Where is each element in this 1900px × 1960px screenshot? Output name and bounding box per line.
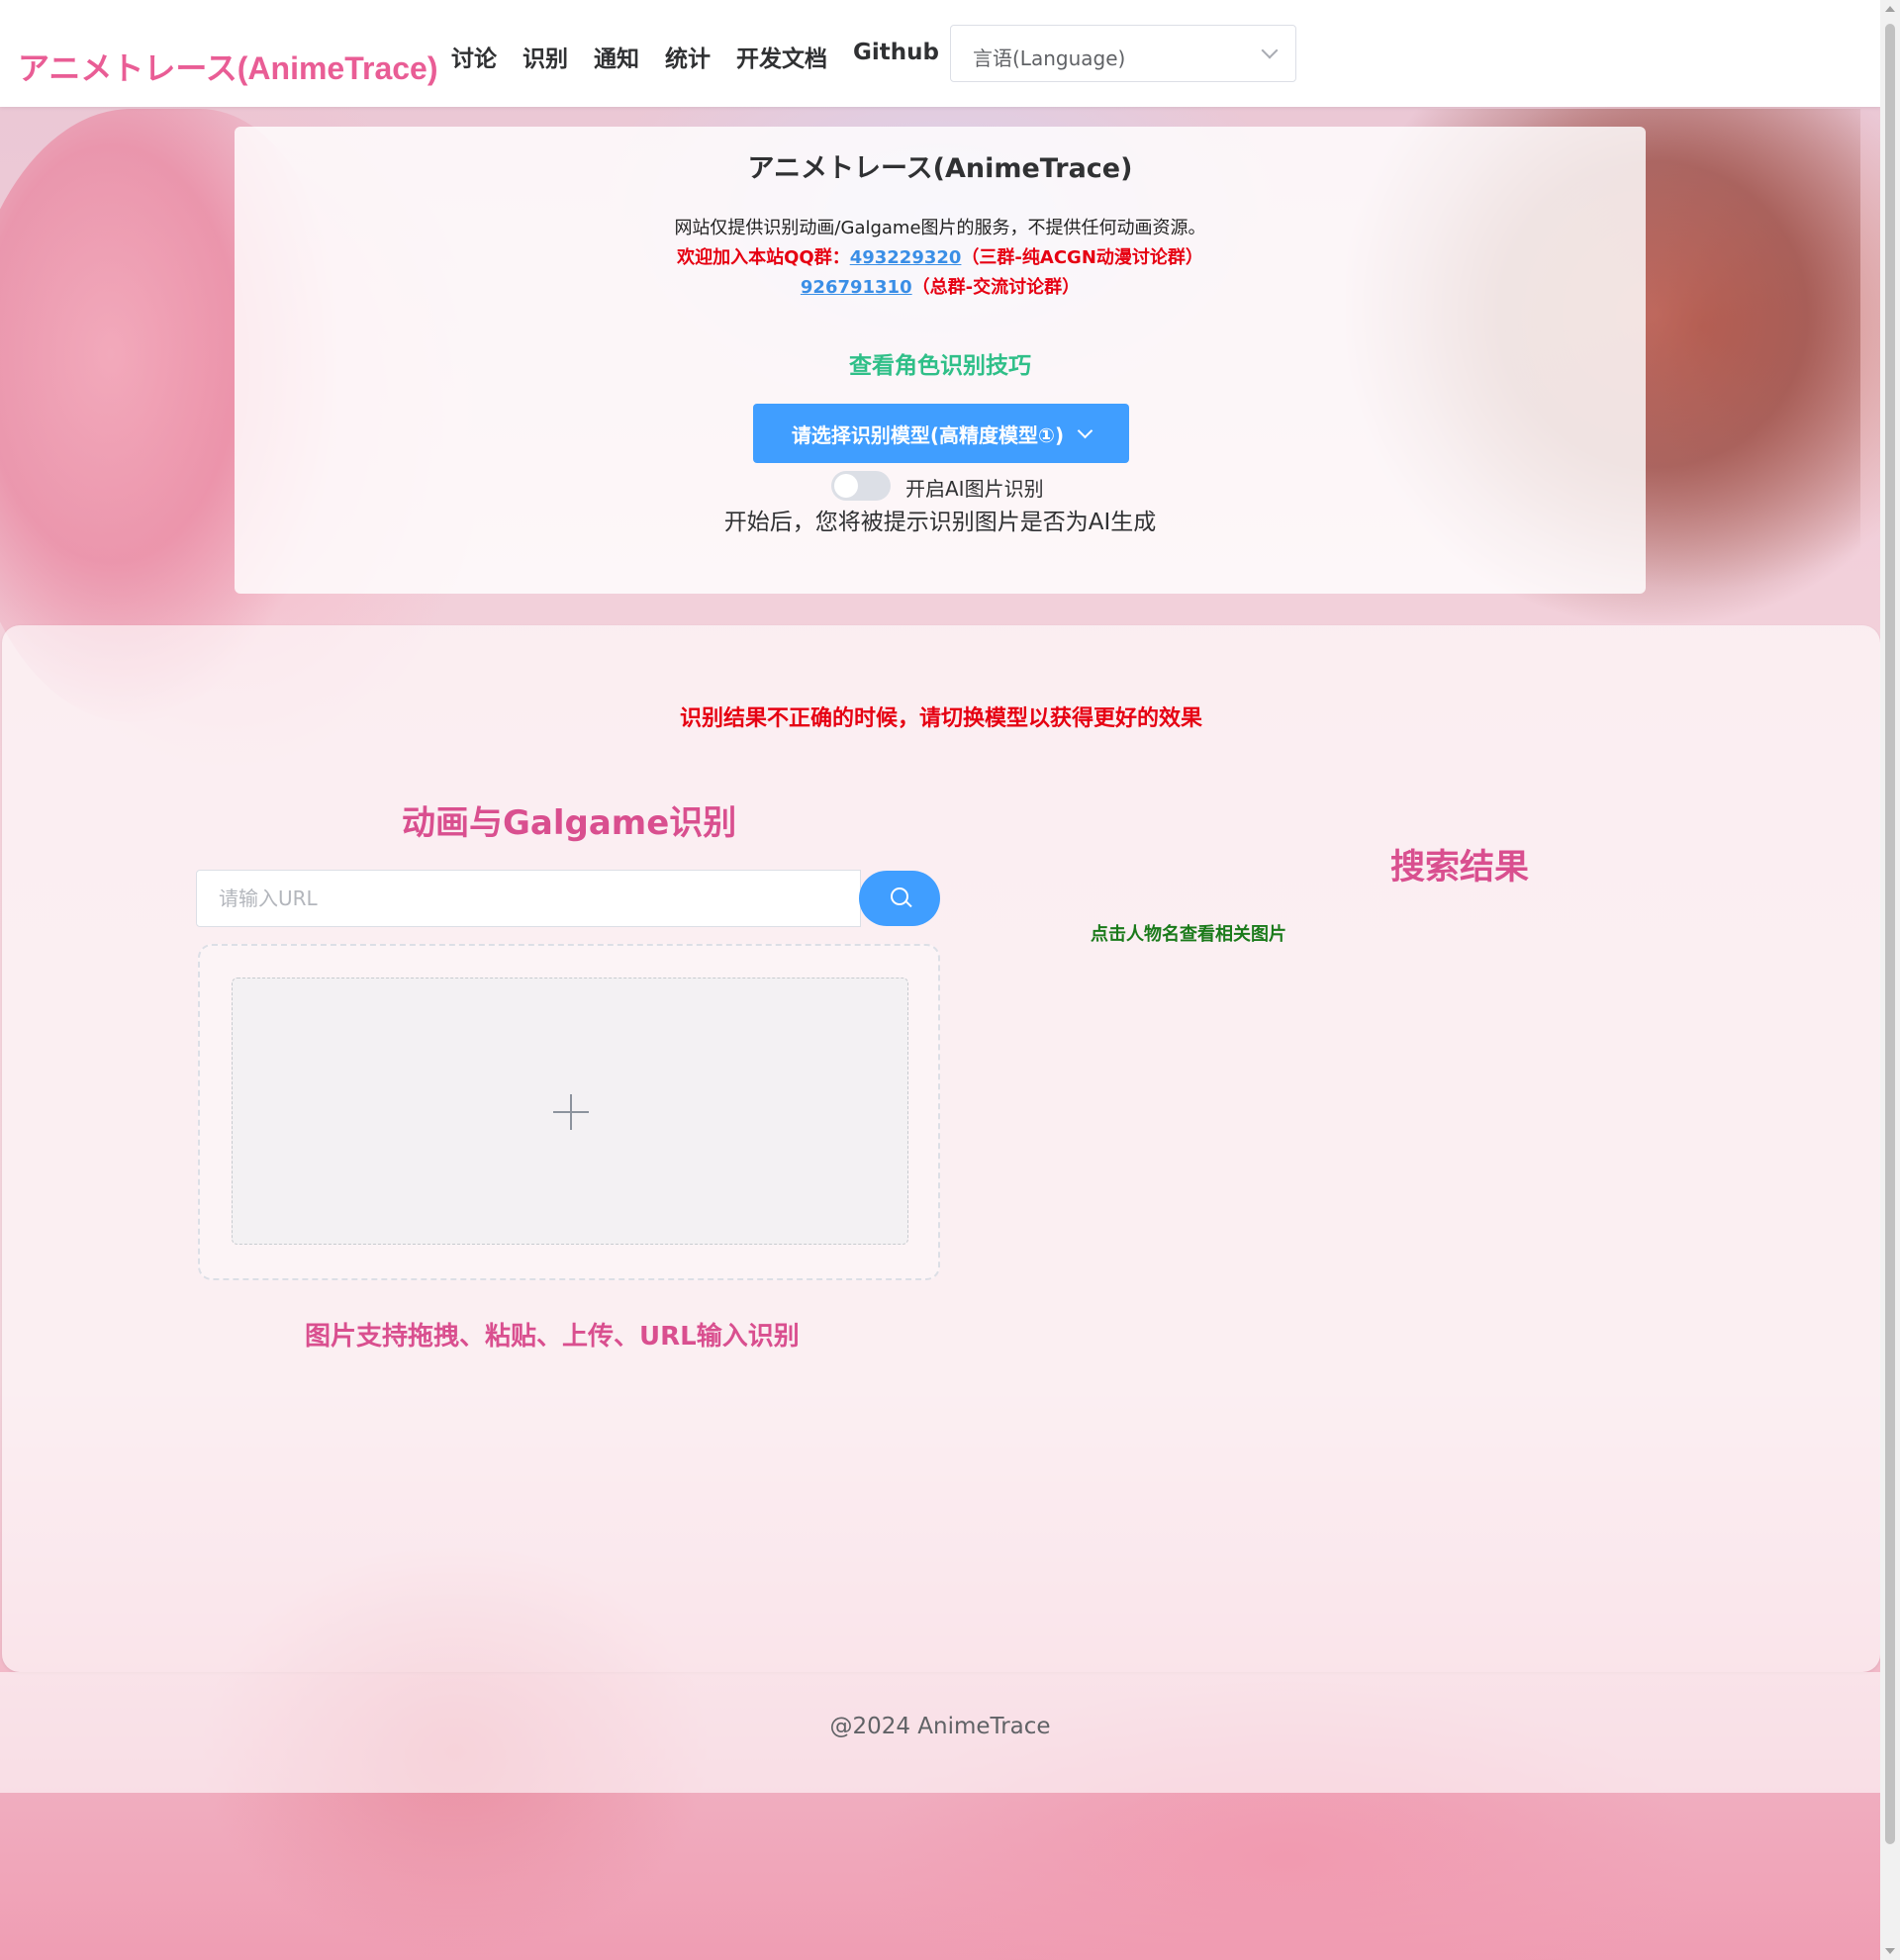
main-nav: 讨论 识别 通知 统计 开发文档 Github (451, 40, 965, 73)
qq-group-1-link[interactable]: 493229320 (850, 247, 962, 268)
qq-group-1-desc: （三群-纯ACGN动漫讨论群） (961, 247, 1203, 268)
nav-item-discussion[interactable]: 讨论 (451, 40, 497, 73)
copyright-text: @2024 AnimeTrace (829, 1714, 1051, 1739)
upload-hint-text: 图片支持拖拽、粘贴、上传、URL输入识别 (305, 1322, 800, 1352)
search-button[interactable] (859, 871, 940, 926)
ai-detection-label: 开启AI图片识别 (905, 477, 1044, 501)
language-select-value: 言语(Language) (973, 47, 1126, 70)
site-logo[interactable]: アニメトレース(AnimeTrace) (18, 44, 438, 89)
recognition-panel: 识别结果不正确的时候，请切换模型以获得更好的效果 动画与Galgame识别 图片… (2, 625, 1880, 1672)
qq-group-2-link[interactable]: 926791310 (801, 277, 912, 298)
info-title: アニメトレース(AnimeTrace) (747, 153, 1133, 184)
image-dropzone[interactable] (198, 944, 940, 1280)
top-header: アニメトレース(AnimeTrace) 讨论 识别 通知 统计 开发文档 Git… (0, 0, 1880, 107)
scroll-up-icon[interactable] (1885, 6, 1895, 12)
ai-detection-note: 开始后，您将被提示识别图片是否为AI生成 (723, 510, 1157, 535)
scroll-down-icon[interactable] (1885, 1948, 1895, 1954)
nav-item-notice[interactable]: 通知 (594, 40, 639, 73)
url-input[interactable] (196, 870, 861, 927)
upload-area[interactable] (232, 978, 908, 1245)
model-select-button[interactable]: 请选择识别模型(高精度模型①) (753, 404, 1129, 463)
qq-group-line-2: 926791310（总群-交流讨论群） (235, 273, 1646, 299)
qq-group-line-1: 欢迎加入本站QQ群：493229320（三群-纯ACGN动漫讨论群） (235, 243, 1646, 269)
info-card: アニメトレース(AnimeTrace) 网站仅提供识别动画/Galgame图片的… (235, 127, 1646, 594)
ai-detection-toggle[interactable] (831, 471, 891, 501)
qq-group-2-desc: （总群-交流讨论群） (911, 277, 1081, 298)
recognition-tips-link[interactable]: 查看角色识别技巧 (235, 346, 1646, 380)
nav-item-recognize[interactable]: 识别 (522, 40, 568, 73)
nav-item-github[interactable]: Github (853, 40, 939, 73)
chevron-down-icon (1261, 42, 1279, 59)
results-hint-text: 点击人物名查看相关图片 (1091, 924, 1286, 945)
section-title: 动画与Galgame识别 (402, 803, 737, 843)
scrollbar-thumb[interactable] (1885, 24, 1895, 1844)
toggle-knob (834, 474, 858, 498)
chevron-down-icon (1077, 422, 1093, 438)
page-footer: @2024 AnimeTrace (0, 1672, 1880, 1793)
qq-prefix: 欢迎加入本站QQ群： (677, 247, 850, 268)
nav-item-docs[interactable]: 开发文档 (736, 40, 827, 73)
language-select[interactable]: 言语(Language) (950, 25, 1296, 82)
disclaimer-text: 网站仅提供识别动画/Galgame图片的服务，不提供任何动画资源。 (674, 218, 1206, 238)
results-title: 搜索结果 (1390, 848, 1530, 887)
search-icon-handle (905, 900, 912, 908)
plus-icon-bar (553, 1111, 589, 1113)
page-scrollbar[interactable] (1880, 0, 1900, 1960)
nav-item-stats[interactable]: 统计 (665, 40, 711, 73)
model-warning-text: 识别结果不正确的时候，请切换模型以获得更好的效果 (679, 706, 1202, 731)
model-select-label: 请选择识别模型(高精度模型①) (791, 422, 1065, 447)
